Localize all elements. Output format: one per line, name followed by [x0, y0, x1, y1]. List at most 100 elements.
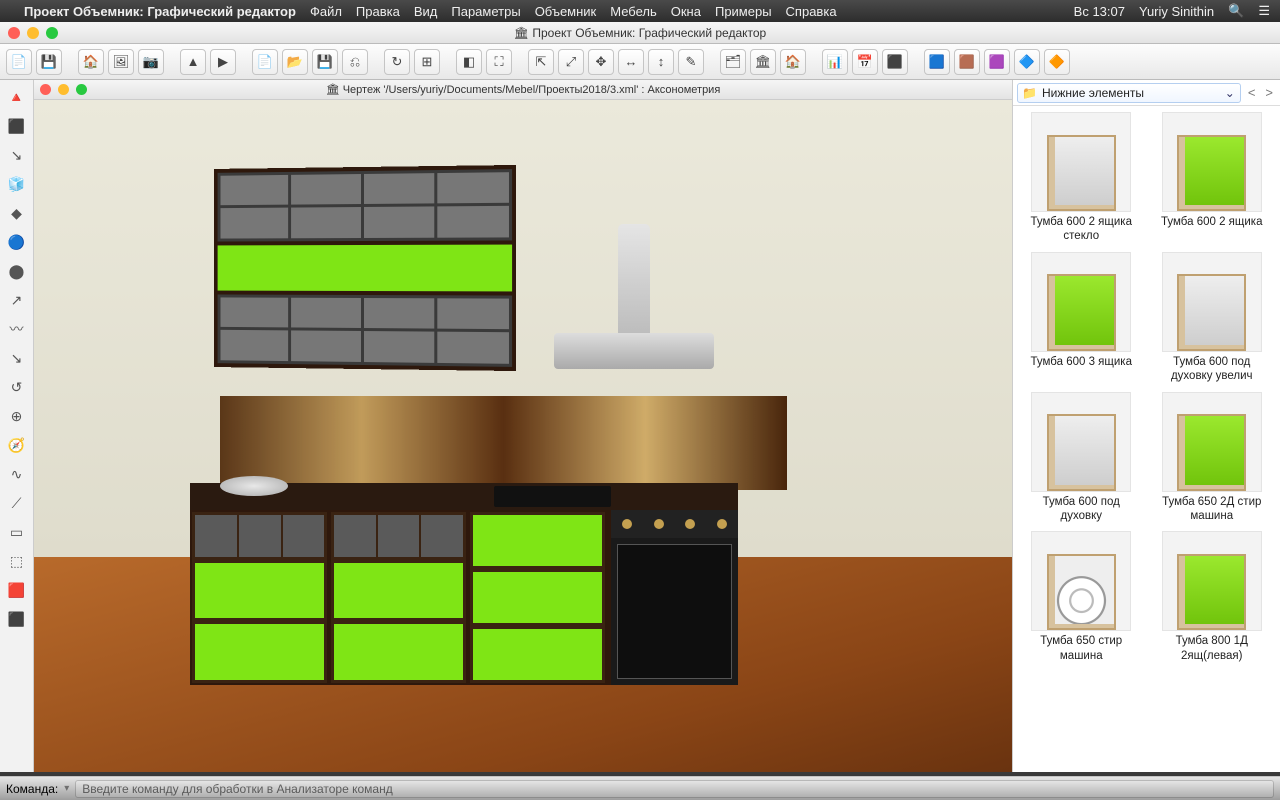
tool-button[interactable]: 🧭 [6, 434, 28, 456]
toolbar-button[interactable]: 🏛 [750, 49, 776, 75]
oven-cabinet[interactable] [607, 510, 738, 685]
toolbar-button[interactable]: ↕ [648, 49, 674, 75]
toolbar-button[interactable]: ▶ [210, 49, 236, 75]
toolbar-button[interactable]: 🏠 [780, 49, 806, 75]
menu-help[interactable]: Справка [786, 4, 837, 19]
toolbar-button[interactable]: ⬛ [882, 49, 908, 75]
command-input[interactable] [75, 780, 1274, 798]
tool-button[interactable]: ◆ [6, 202, 28, 224]
menubar-user[interactable]: Yuriy Sinithin [1139, 4, 1214, 19]
window-title: 🏛 Проект Объемник: Графический редактор [514, 26, 766, 40]
toolbar-button[interactable]: 🔶 [1044, 49, 1070, 75]
tool-button[interactable]: ↺ [6, 376, 28, 398]
catalog-item-label: Тумба 650 стир машина [1023, 634, 1139, 663]
toolbar-button[interactable]: ↔ [618, 49, 644, 75]
doc-zoom-button[interactable] [76, 84, 87, 95]
range-hood[interactable] [520, 167, 748, 369]
toolbar-button[interactable]: 📂 [282, 49, 308, 75]
doc-minimize-button[interactable] [58, 84, 69, 95]
toolbar-button[interactable]: 📷 [138, 49, 164, 75]
menu-params[interactable]: Параметры [451, 4, 520, 19]
toolbar-button[interactable]: 📊 [822, 49, 848, 75]
tool-button[interactable]: ⊕ [6, 405, 28, 427]
tool-button[interactable]: ∿ [6, 463, 28, 485]
catalog-item[interactable]: Тумба 650 стир машина [1019, 531, 1144, 663]
toolbar-button[interactable]: 📄 [252, 49, 278, 75]
menu-furniture[interactable]: Мебель [610, 4, 657, 19]
toolbar-button[interactable]: ⊞ [414, 49, 440, 75]
menu-extras-icon[interactable]: ☰ [1258, 3, 1270, 19]
toolbar-button[interactable]: ⇱ [528, 49, 554, 75]
catalog-thumbnail [1031, 392, 1131, 492]
catalog-item[interactable]: Тумба 600 2 ящика [1150, 112, 1275, 244]
tool-button[interactable]: 🧊 [6, 173, 28, 195]
menu-view[interactable]: Вид [414, 4, 438, 19]
catalog-nav-back[interactable]: < [1245, 85, 1259, 100]
main-area: 🔺⬛↘🧊◆🔵⬤↗〰↘↺⊕🧭∿⟋▭⬚🟥⬛ 🏛 Чертеж '/Users/yur… [0, 80, 1280, 772]
tool-button[interactable]: ⬛ [6, 608, 28, 630]
catalog-item-label: Тумба 600 под духовку [1023, 495, 1139, 524]
catalog-item-label: Тумба 600 под духовку увелич [1154, 355, 1270, 384]
menu-examples[interactable]: Примеры [715, 4, 772, 19]
tool-button[interactable]: ⟋ [6, 492, 28, 514]
toolbar-button[interactable]: 🗂 [720, 49, 746, 75]
toolbar-button[interactable]: ↻ [384, 49, 410, 75]
catalog-nav-forward[interactable]: > [1262, 85, 1276, 100]
toolbar-button[interactable]: 🏠 [78, 49, 104, 75]
upper-cabinet[interactable] [214, 165, 517, 371]
catalog-item[interactable]: Тумба 600 под духовку увелич [1150, 252, 1275, 384]
app-menu-title[interactable]: Проект Объемник: Графический редактор [24, 4, 296, 19]
tool-button[interactable]: 🔵 [6, 231, 28, 253]
menu-edit[interactable]: Правка [356, 4, 400, 19]
tool-button[interactable]: ↘ [6, 144, 28, 166]
toolbar-button[interactable]: 🟪 [984, 49, 1010, 75]
tool-button[interactable]: ⬤ [6, 260, 28, 282]
base-cabinet[interactable] [190, 510, 329, 685]
minimize-button[interactable] [27, 27, 39, 39]
zoom-button[interactable] [46, 27, 58, 39]
close-button[interactable] [8, 27, 20, 39]
toolbar-button[interactable]: ▲ [180, 49, 206, 75]
toolbar-button[interactable]: ✎ [678, 49, 704, 75]
catalog-item[interactable]: Тумба 600 3 ящика [1019, 252, 1144, 384]
tool-button[interactable]: ▭ [6, 521, 28, 543]
tool-button[interactable]: ⬛ [6, 115, 28, 137]
window-titlebar: 🏛 Проект Объемник: Графический редактор [0, 22, 1280, 44]
spotlight-icon[interactable]: 🔍 [1228, 3, 1244, 19]
cooktop[interactable] [494, 486, 611, 506]
toolbar-button[interactable]: 📄 [6, 49, 32, 75]
window-traffic-lights [8, 27, 58, 39]
command-dropdown-icon[interactable]: ▾ [64, 783, 69, 794]
toolbar-button[interactable]: ⛶ [486, 49, 512, 75]
tool-button[interactable]: ↘ [6, 347, 28, 369]
catalog-category-select[interactable]: Нижние элементы [1017, 83, 1241, 103]
tool-button[interactable]: 〰 [6, 318, 28, 340]
toolbar-button[interactable]: 🟫 [954, 49, 980, 75]
toolbar-button[interactable]: 💾 [36, 49, 62, 75]
tool-button[interactable]: 🟥 [6, 579, 28, 601]
tool-button[interactable]: ⬚ [6, 550, 28, 572]
toolbar-button[interactable]: 💾 [312, 49, 338, 75]
menu-windows[interactable]: Окна [671, 4, 701, 19]
menu-file[interactable]: Файл [310, 4, 342, 19]
3d-viewport[interactable] [34, 100, 1012, 772]
toolbar-button[interactable]: 🖼 [108, 49, 134, 75]
catalog-item[interactable]: Тумба 800 1Д 2ящ(левая) [1150, 531, 1275, 663]
toolbar-button[interactable]: ⎌ [342, 49, 368, 75]
catalog-item[interactable]: Тумба 600 2 ящика стекло [1019, 112, 1144, 244]
base-cabinet[interactable] [468, 510, 607, 685]
toolbar-button[interactable]: ✥ [588, 49, 614, 75]
tool-button[interactable]: 🔺 [6, 86, 28, 108]
catalog-item[interactable]: Тумба 650 2Д стир машина [1150, 392, 1275, 524]
toolbar-button[interactable]: ⤢ [558, 49, 584, 75]
menu-obemnik[interactable]: Объемник [535, 4, 597, 19]
base-cabinet[interactable] [329, 510, 468, 685]
catalog-item[interactable]: Тумба 600 под духовку [1019, 392, 1144, 524]
toolbar-button[interactable]: ◧ [456, 49, 482, 75]
catalog-item-label: Тумба 800 1Д 2ящ(левая) [1154, 634, 1270, 663]
toolbar-button[interactable]: 📅 [852, 49, 878, 75]
toolbar-button[interactable]: 🔷 [1014, 49, 1040, 75]
toolbar-button[interactable]: 🟦 [924, 49, 950, 75]
tool-button[interactable]: ↗ [6, 289, 28, 311]
doc-close-button[interactable] [40, 84, 51, 95]
